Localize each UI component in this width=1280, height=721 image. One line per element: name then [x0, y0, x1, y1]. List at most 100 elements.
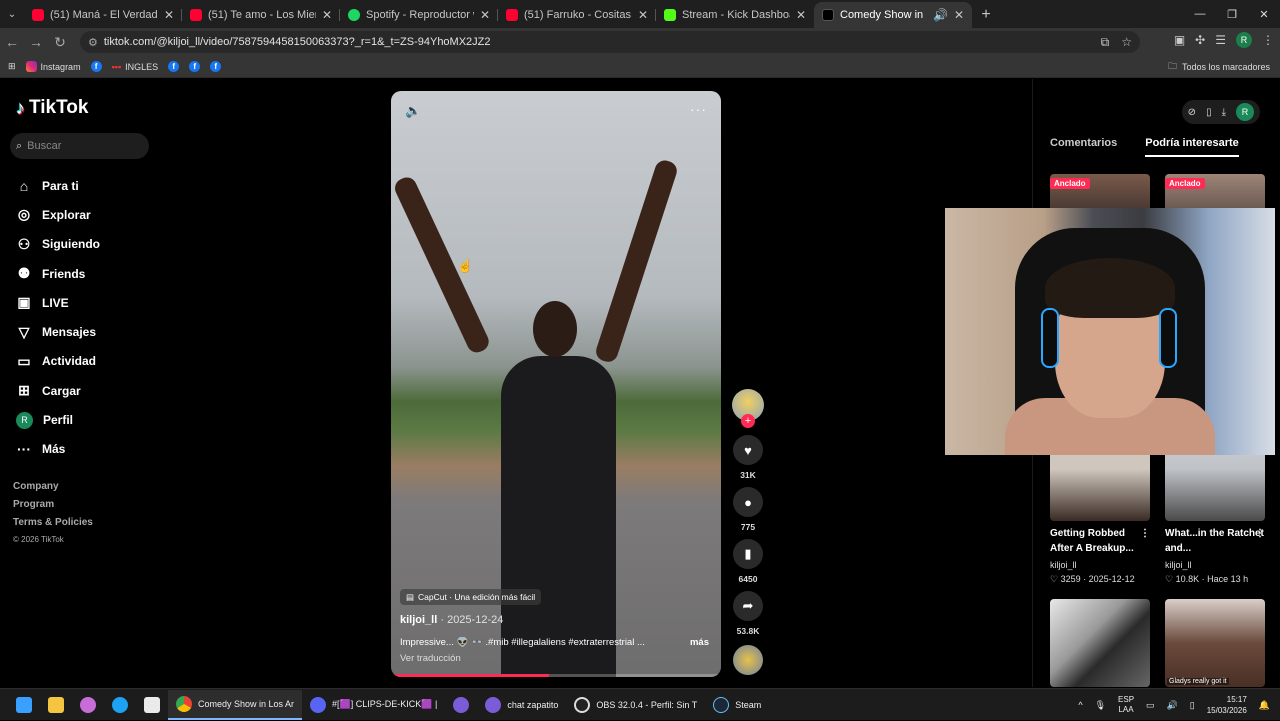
menu-lines-icon[interactable]: ☰	[1215, 33, 1226, 47]
sidebar-item-explorar[interactable]: ◎ Explorar	[16, 200, 100, 229]
tiktok-logo[interactable]: ♪ TikTok	[16, 97, 88, 119]
bookmark-facebook[interactable]: f	[189, 61, 201, 72]
reload-button[interactable]: ↻	[48, 34, 72, 51]
capcut-badge[interactable]: ▤ CapCut · Una edición más fácil	[400, 589, 542, 605]
download-icon[interactable]: ⤓	[1222, 107, 1226, 118]
video-author[interactable]: kiljoi_ll · 2025-12-24	[400, 614, 503, 626]
tab-comentarios[interactable]: Comentarios	[1050, 137, 1117, 157]
browser-tab-active[interactable]: Comedy Show in Los Angele 🔊 ✕	[814, 2, 972, 28]
new-tab-button[interactable]: +	[972, 2, 1000, 28]
taskbar-obs[interactable]: OBS 32.0.4 - Perfil: Sin T	[566, 690, 705, 720]
creator-avatar[interactable]: +	[732, 389, 764, 428]
battery-icon[interactable]: ▯	[1190, 700, 1195, 711]
card-title[interactable]: What...in the Ratchet and... ⋮	[1165, 526, 1265, 556]
card-more-icon[interactable]: ⋮	[1255, 526, 1265, 541]
save-button[interactable]: ▮	[733, 539, 763, 569]
site-info-icon[interactable]: ⚙	[88, 36, 98, 49]
taskbar-edge[interactable]	[104, 690, 136, 720]
bookmark-star-icon[interactable]: ☆	[1121, 35, 1132, 50]
notifications-icon[interactable]: 🔔	[1259, 700, 1270, 711]
browser-tab[interactable]: (51) Te amo - Los Mier (Letra) - ✕	[182, 2, 340, 28]
bookmark-instagram[interactable]: Instagram	[25, 61, 81, 72]
sidebar-item-live[interactable]: ▣ LIVE	[16, 288, 100, 317]
sidebar-item-cargar[interactable]: ⊞ Cargar	[16, 376, 100, 405]
taskbar-app[interactable]	[445, 690, 477, 720]
back-button[interactable]: ←	[0, 34, 24, 50]
more-link[interactable]: más	[690, 637, 709, 648]
taskbar-copilot[interactable]	[72, 690, 104, 720]
translate-link[interactable]: Ver traducción	[400, 653, 461, 664]
address-bar[interactable]: ⚙ tiktok.com/@kiljoi_ll/video/7587594458…	[80, 31, 1140, 53]
close-icon[interactable]: ✕	[164, 8, 174, 22]
comment-button[interactable]: ●	[733, 487, 763, 517]
video-more-icon[interactable]: ···	[690, 101, 707, 117]
profile-avatar[interactable]: R	[1236, 32, 1252, 48]
device-icon[interactable]: ▯	[1206, 107, 1212, 118]
like-button[interactable]: ♥	[733, 435, 763, 465]
taskbar-file-explorer[interactable]	[40, 690, 72, 720]
browser-tab[interactable]: Stream - Kick Dashboard ✕	[656, 2, 814, 28]
audio-icon[interactable]: 🔊	[933, 8, 948, 22]
video-thumbnail[interactable]	[1050, 599, 1150, 687]
volume-icon[interactable]: 🔈	[405, 103, 421, 119]
tab-search-icon[interactable]: ⌄	[0, 0, 24, 28]
profile-avatar[interactable]: R	[1236, 103, 1254, 121]
taskbar-store[interactable]	[136, 690, 168, 720]
kebab-menu-icon[interactable]: ⋮	[1262, 33, 1274, 47]
sidebar-item-para-ti[interactable]: ⌂ Para ti	[16, 171, 100, 200]
close-icon[interactable]: ✕	[480, 8, 490, 22]
video-player[interactable]: 🔈 ··· ▤ CapCut · Una edición más fácil k…	[391, 91, 721, 677]
taskbar-steam[interactable]: Steam	[705, 690, 769, 720]
install-app-icon[interactable]: ⧉	[1101, 35, 1110, 50]
close-icon[interactable]: ✕	[322, 8, 332, 22]
card-author[interactable]: kiljoi_ll	[1050, 560, 1077, 570]
network-icon[interactable]: ▭	[1146, 700, 1155, 711]
sidebar-item-siguiendo[interactable]: ⚇ Siguiendo	[16, 230, 100, 259]
start-button[interactable]	[8, 690, 40, 720]
apps-grid-icon[interactable]: ⊞	[8, 61, 16, 72]
terms-link[interactable]: Terms & Policies	[13, 517, 93, 535]
speaker-icon[interactable]: 🔊	[1167, 700, 1178, 711]
search-input[interactable]: ⌕ Buscar	[10, 133, 149, 159]
card-more-icon[interactable]: ⋮	[1140, 526, 1150, 541]
coins-icon[interactable]: ⊘	[1188, 107, 1196, 118]
sidebar-item-mensajes[interactable]: ▽ Mensajes	[16, 317, 100, 346]
program-link[interactable]: Program	[13, 499, 93, 517]
close-icon[interactable]: ✕	[638, 8, 648, 22]
close-window-button[interactable]: ✕	[1248, 0, 1280, 28]
bookmark-facebook[interactable]: f	[210, 61, 222, 72]
sidebar-item-actividad[interactable]: ▭ Actividad	[16, 347, 100, 376]
browser-tab[interactable]: (51) Maná - El Verdadero Amor ✕	[24, 2, 182, 28]
browser-tab[interactable]: Spotify - Reproductor web: mú ✕	[340, 2, 498, 28]
taskbar-chat[interactable]: chat zapatito	[477, 690, 566, 720]
all-bookmarks[interactable]: 🗀 Todos los marcadores	[1168, 59, 1270, 75]
sidebar-item-friends[interactable]: ⚉ Friends	[16, 259, 100, 288]
follow-plus-icon[interactable]: +	[741, 414, 755, 428]
restore-button[interactable]: ❐	[1216, 0, 1248, 28]
clock[interactable]: 15:17 15/03/2026	[1207, 694, 1247, 716]
close-icon[interactable]: ✕	[954, 8, 964, 22]
sidebar-item-perfil[interactable]: R Perfil	[16, 405, 100, 434]
minimize-button[interactable]: —	[1184, 0, 1216, 28]
bookmark-facebook[interactable]: f	[90, 61, 102, 72]
video-thumbnail[interactable]: Gladys really got it	[1165, 599, 1265, 687]
company-link[interactable]: Company	[13, 481, 93, 499]
forward-button[interactable]: →	[24, 34, 48, 50]
microphone-icon[interactable]: 🎙	[1095, 700, 1106, 711]
share-button[interactable]: ➦	[733, 591, 763, 621]
extensions-icon[interactable]: ✣	[1195, 33, 1205, 47]
language-indicator[interactable]: ESP LAA	[1118, 695, 1134, 715]
taskbar-discord[interactable]: #[🟪] CLIPS-DE-KICK🟪 |	[302, 690, 445, 720]
music-disc-icon[interactable]	[733, 645, 763, 675]
close-icon[interactable]: ✕	[796, 8, 806, 22]
card-title[interactable]: Getting Robbed After A Breakup... ⋮	[1050, 526, 1150, 556]
card-author[interactable]: kiljoi_ll	[1165, 560, 1192, 570]
bookmark-ingles[interactable]: ▪▪▪ INGLES	[112, 62, 159, 72]
video-progress-bar[interactable]	[391, 674, 721, 677]
tray-chevron-icon[interactable]: ^	[1078, 700, 1082, 710]
sidebar-item-mas[interactable]: ··· Más	[16, 435, 100, 464]
tab-podria-interesarte[interactable]: Podría interesarte	[1145, 137, 1239, 157]
bookmark-facebook[interactable]: f	[168, 61, 180, 72]
taskbar-chrome[interactable]: Comedy Show in Los Ar	[168, 689, 303, 720]
media-icon[interactable]: ▣	[1174, 33, 1185, 47]
